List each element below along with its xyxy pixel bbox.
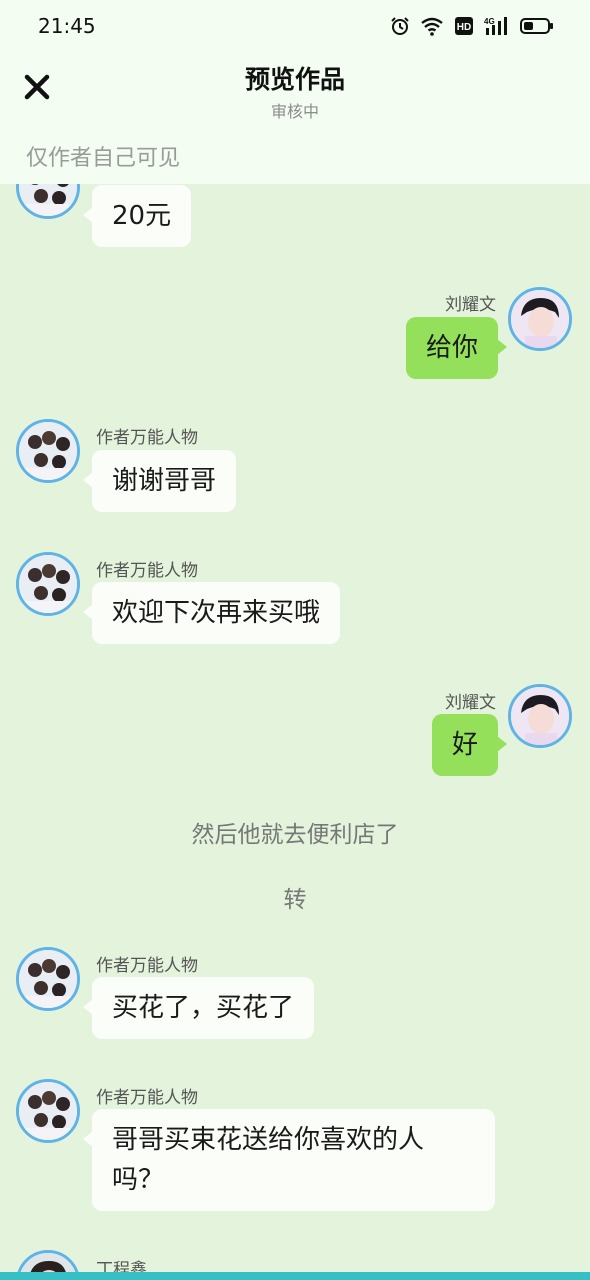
sender-name: 作者万能人物 — [96, 561, 198, 581]
wifi-icon — [420, 16, 444, 36]
review-status: 审核中 — [270, 102, 319, 121]
sender-name: 刘耀文 — [445, 693, 496, 713]
avatar-liu-yaowen[interactable] — [508, 684, 572, 748]
page-title: 预览作品 — [244, 65, 345, 94]
top-panel: 21:45 HD 4G 预览作品 审核中 仅作者自己可见 — [0, 0, 590, 184]
sender-name: 作者万能人物 — [96, 428, 198, 448]
message-line: 吗？ — [112, 1165, 165, 1195]
sender-name: 作者万能人物 — [96, 956, 198, 976]
message-bubble[interactable]: 谢谢哥哥 — [82, 450, 237, 512]
alarm-icon — [390, 16, 410, 36]
message-bubble[interactable]: 哥哥买束花送给你喜欢的人 吗？ — [83, 1109, 495, 1211]
status-time: 21:45 — [38, 14, 96, 38]
avatar-group[interactable] — [16, 1079, 80, 1143]
network-label: 4G — [484, 17, 495, 26]
sender-name: 刘耀文 — [445, 295, 496, 315]
avatar-group[interactable] — [16, 419, 80, 483]
message-bubble[interactable]: 欢迎下次再来买哦 — [82, 582, 341, 644]
message-bubble[interactable]: 20元 — [82, 185, 192, 247]
hd-label: HD — [457, 22, 471, 33]
narration-text: 转 — [283, 887, 307, 913]
chat-area[interactable]: 20元 刘耀文 给你 作者万能人物 谢谢哥哥 作者万能人物 欢迎下次再来买哦 刘… — [0, 0, 590, 1280]
message-line: 哥哥买束花送给你喜欢的人 — [112, 1125, 425, 1155]
sender-name: 作者万能人物 — [96, 1088, 198, 1108]
message-bubble[interactable]: 好 — [431, 714, 508, 776]
battery-icon — [520, 16, 554, 36]
avatar-group[interactable] — [16, 947, 80, 1011]
avatar-group[interactable] — [16, 552, 80, 616]
bottom-strip — [0, 1272, 590, 1280]
visibility-note: 仅作者自己可见 — [26, 146, 181, 171]
signal-4g-icon: 4G — [484, 16, 510, 36]
message-bubble[interactable]: 买花了，买花了 — [82, 977, 315, 1039]
message-bubble[interactable]: 给你 — [405, 317, 508, 379]
avatar-liu-yaowen[interactable] — [508, 287, 572, 351]
narration-text: 然后他就去便利店了 — [191, 822, 399, 848]
status-bar: 21:45 HD 4G — [0, 0, 590, 52]
status-icons: HD 4G — [390, 14, 554, 38]
hd-icon: HD — [454, 16, 474, 36]
